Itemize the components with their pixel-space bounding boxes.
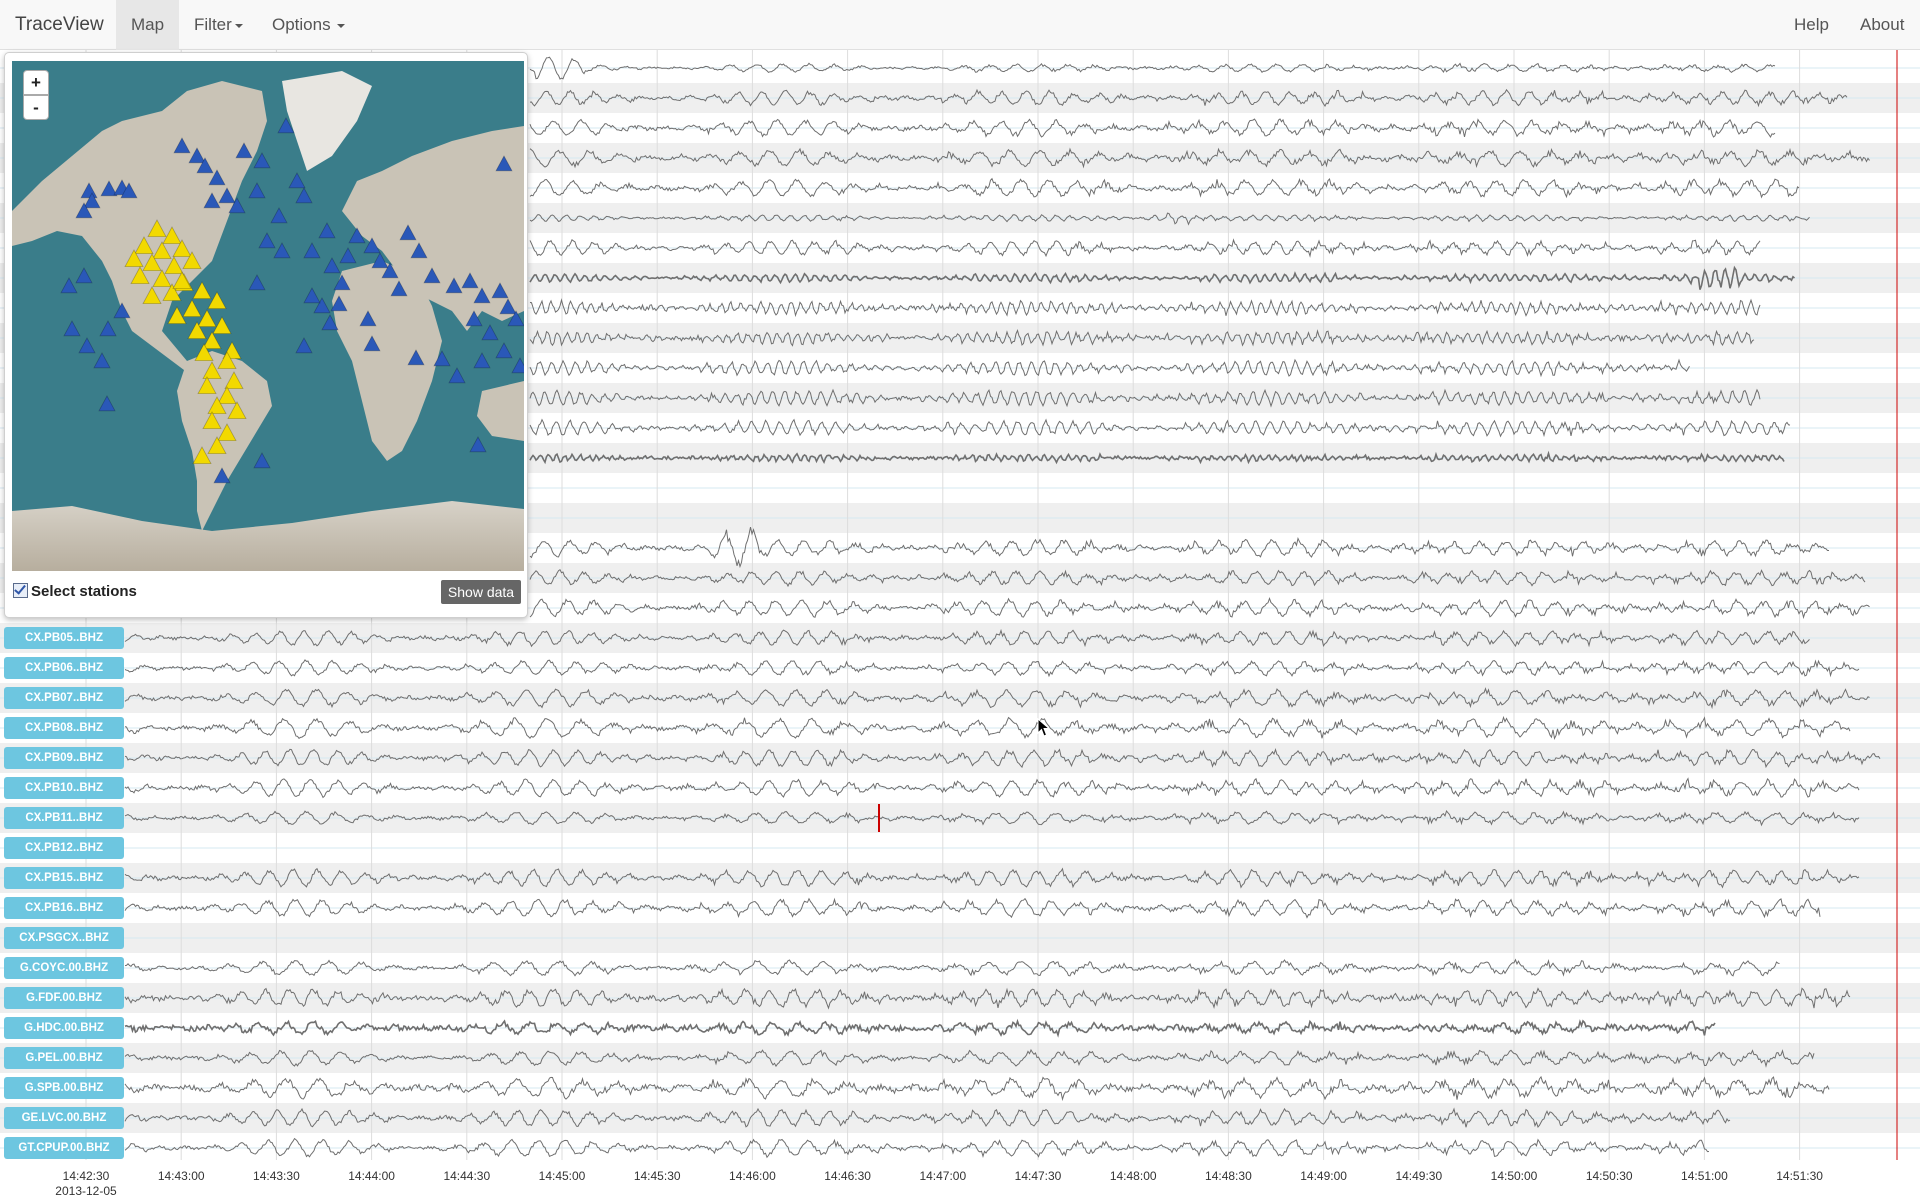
station-label[interactable]: CX.PB08..BHZ — [4, 717, 124, 739]
station-label[interactable]: CX.PB05..BHZ — [4, 627, 124, 649]
nav-options-label: Options — [272, 15, 331, 34]
station-label[interactable]: CX.PB16..BHZ — [4, 897, 124, 919]
time-tick-label: 14:43:30 — [253, 1169, 300, 1183]
station-label[interactable]: G.COYC.00.BHZ — [4, 957, 124, 979]
station-label[interactable]: CX.PSGCX..BHZ — [4, 927, 124, 949]
select-stations-label: Select stations — [31, 583, 137, 600]
time-tick-label: 14:49:30 — [1395, 1169, 1443, 1183]
nav-about[interactable]: About — [1860, 0, 1904, 50]
station-label[interactable]: CX.PB10..BHZ — [4, 777, 124, 799]
station-label[interactable]: CX.PB07..BHZ — [4, 687, 124, 709]
station-label[interactable]: CX.PB12..BHZ — [4, 837, 124, 859]
waveform-trace — [529, 526, 1829, 569]
time-tick-label: 14:48:30 — [1205, 1169, 1252, 1183]
mouse-cursor-icon — [1037, 718, 1051, 737]
time-tick-label: 14:44:00 — [348, 1169, 395, 1183]
nav-help[interactable]: Help — [1794, 0, 1829, 50]
time-tick-label: 14:50:30 — [1585, 1169, 1633, 1183]
time-tick-label: 14:46:30 — [824, 1169, 871, 1183]
time-axis-date: 2013-12-05 — [55, 1184, 117, 1198]
time-tick-label: 14:51:00 — [1681, 1169, 1728, 1183]
nav-map[interactable]: Map — [116, 0, 179, 50]
chevron-down-icon — [336, 23, 345, 28]
time-tick-label: 14:47:30 — [1014, 1169, 1062, 1183]
nav-filter-label: Filter — [194, 15, 232, 34]
time-tick-label: 14:45:00 — [538, 1169, 586, 1183]
time-tick-label: 14:44:30 — [443, 1169, 491, 1183]
time-tick-label: 14:42:30 — [62, 1169, 110, 1183]
station-label[interactable]: G.FDF.00.BHZ — [4, 987, 124, 1009]
station-label[interactable]: CX.PB11..BHZ — [4, 807, 124, 829]
time-tick-label: 14:43:00 — [157, 1169, 205, 1183]
world-map[interactable] — [12, 61, 524, 571]
zoom-out-button[interactable]: - — [23, 95, 49, 120]
chevron-down-icon — [234, 23, 243, 28]
station-label[interactable]: CX.PB06..BHZ — [4, 657, 124, 679]
nav-options-dropdown[interactable]: Options — [272, 0, 345, 50]
navbar: TraceView Map Filter Options Help About — [0, 0, 1920, 50]
station-label[interactable]: G.PEL.00.BHZ — [4, 1047, 124, 1069]
time-tick-label: 14:49:00 — [1300, 1169, 1347, 1183]
time-tick-label: 14:46:00 — [729, 1169, 776, 1183]
station-label[interactable]: GT.CPUP.00.BHZ — [4, 1137, 124, 1159]
station-label[interactable]: G.SPB.00.BHZ — [4, 1077, 124, 1099]
select-stations-row[interactable]: Select stations — [13, 581, 137, 603]
time-tick-label: 14:50:00 — [1490, 1169, 1538, 1183]
time-tick-label: 14:48:00 — [1109, 1169, 1157, 1183]
station-map[interactable]: + - — [12, 61, 524, 571]
time-tick-label: 14:45:30 — [633, 1169, 681, 1183]
nav-filter-dropdown[interactable]: Filter — [194, 0, 243, 50]
brand-link[interactable]: TraceView — [15, 0, 104, 50]
station-label[interactable]: GE.LVC.00.BHZ — [4, 1107, 124, 1129]
station-label[interactable]: CX.PB15..BHZ — [4, 867, 124, 889]
station-map-panel: + - Select stations Show data — [4, 52, 528, 618]
show-data-button[interactable]: Show data — [441, 580, 521, 604]
select-stations-checkbox[interactable] — [13, 583, 28, 599]
time-tick-label: 14:51:30 — [1776, 1169, 1823, 1183]
time-tick-label: 14:47:00 — [919, 1169, 967, 1183]
zoom-in-button[interactable]: + — [23, 70, 49, 95]
station-label[interactable]: CX.PB09..BHZ — [4, 747, 124, 769]
station-label[interactable]: G.HDC.00.BHZ — [4, 1017, 124, 1039]
